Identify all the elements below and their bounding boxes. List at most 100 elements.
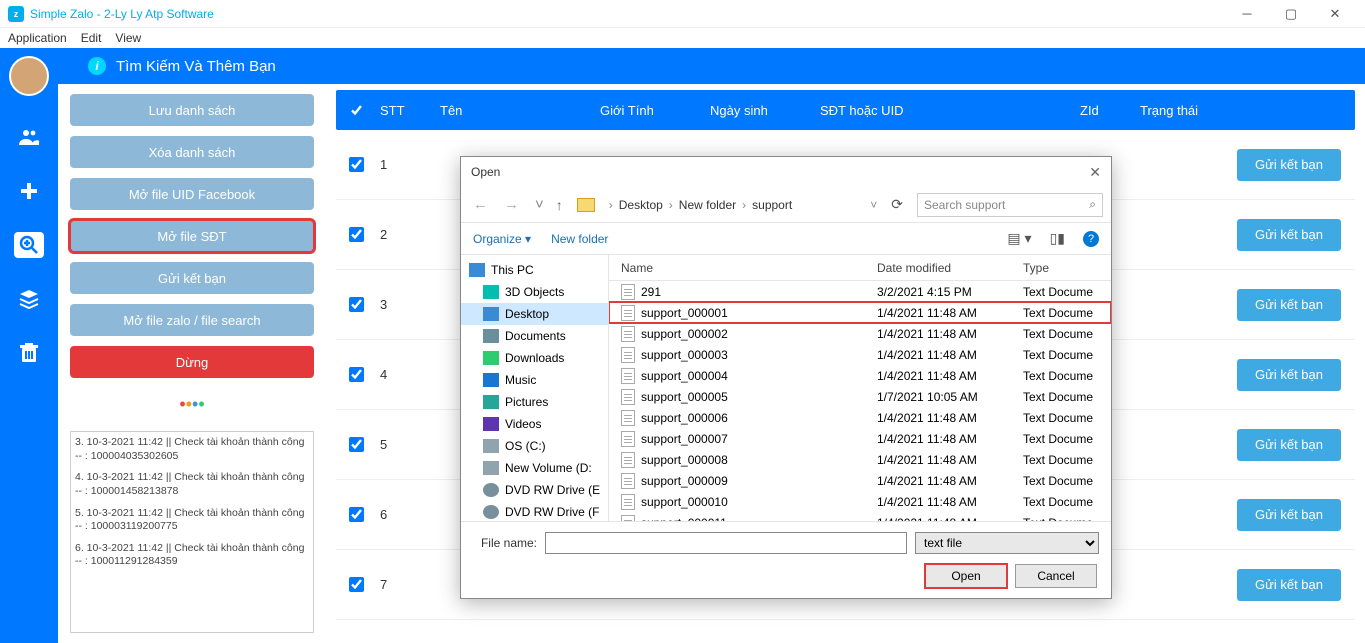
open-button[interactable]: Open — [925, 564, 1007, 588]
file-row[interactable]: support_000008 1/4/2021 11:48 AM Text Do… — [609, 449, 1111, 470]
row-send-button[interactable]: Gửi kết bạn — [1237, 289, 1341, 321]
row-send-button[interactable]: Gửi kết bạn — [1237, 219, 1341, 251]
tree-item[interactable]: Pictures — [461, 391, 608, 413]
tree-item[interactable]: DVD RW Drive (E — [461, 479, 608, 501]
users-icon[interactable] — [14, 124, 44, 150]
up-icon[interactable]: ↑ — [556, 197, 563, 213]
file-row[interactable]: support_000004 1/4/2021 11:48 AM Text Do… — [609, 365, 1111, 386]
row-send-button[interactable]: Gửi kết bạn — [1237, 429, 1341, 461]
file-row[interactable]: support_000001 1/4/2021 11:48 AM Text Do… — [609, 302, 1111, 323]
crumb-desktop[interactable]: Desktop — [619, 198, 663, 212]
close-button[interactable]: ✕ — [1313, 0, 1357, 28]
menu-view[interactable]: View — [115, 31, 141, 45]
cancel-button[interactable]: Cancel — [1015, 564, 1097, 588]
open-zalo-button[interactable]: Mở file zalo / file search — [70, 304, 314, 336]
filename-input[interactable] — [545, 532, 907, 554]
select-all-checkbox[interactable] — [349, 103, 364, 118]
spinner-icon: •••• — [179, 394, 204, 415]
folder-icon — [483, 285, 499, 299]
log-panel[interactable]: 3. 10-3-2021 11:42 || Check tài khoản th… — [70, 431, 314, 633]
row-checkbox[interactable] — [349, 157, 364, 172]
trash-icon[interactable] — [14, 340, 44, 366]
avatar[interactable] — [9, 56, 49, 96]
menu-application[interactable]: Application — [8, 31, 67, 45]
tree-label: DVD RW Drive (E — [505, 483, 600, 497]
tree-label: Videos — [505, 417, 541, 431]
col-zid: ZId — [1076, 103, 1136, 118]
save-list-button[interactable]: Lưu danh sách — [70, 94, 314, 126]
tree-item[interactable]: Documents — [461, 325, 608, 347]
search-placeholder: Search support — [924, 198, 1005, 212]
row-checkbox[interactable] — [349, 227, 364, 242]
file-row[interactable]: support_000005 1/7/2021 10:05 AM Text Do… — [609, 386, 1111, 407]
new-folder-button[interactable]: New folder — [551, 232, 608, 246]
view-mode-icon[interactable]: ▤ ▾ — [1007, 230, 1031, 247]
forward-icon[interactable]: → — [500, 196, 523, 213]
organize-menu[interactable]: Organize ▾ — [473, 232, 531, 246]
file-row[interactable]: support_000007 1/4/2021 11:48 AM Text Do… — [609, 428, 1111, 449]
send-friend-button[interactable]: Gửi kết bạn — [70, 262, 314, 294]
table-header: STT Tên Giới Tính Ngày sinh SĐT hoặc UID… — [336, 90, 1355, 130]
tree-item[interactable]: This PC — [461, 259, 608, 281]
file-date: 1/4/2021 11:48 AM — [877, 474, 1023, 488]
back-icon[interactable]: ← — [469, 196, 492, 213]
search-input[interactable]: Search support ⌕ — [917, 193, 1103, 217]
file-list[interactable]: 291 3/2/2021 4:15 PM Text Documesupport_… — [609, 281, 1111, 521]
dropdown-history-icon[interactable]: ˅ — [531, 196, 548, 213]
file-type: Text Docume — [1023, 306, 1111, 320]
tree-item[interactable]: OS (C:) — [461, 435, 608, 457]
row-send-button[interactable]: Gửi kết bạn — [1237, 569, 1341, 601]
tree-item[interactable]: Videos — [461, 413, 608, 435]
crumb-newfolder[interactable]: New folder — [679, 198, 736, 212]
tree-label: OS (C:) — [505, 439, 546, 453]
file-type: Text Docume — [1023, 327, 1111, 341]
filetype-select[interactable]: text file — [915, 532, 1099, 554]
preview-pane-icon[interactable]: ▯▮ — [1050, 230, 1065, 247]
stop-button[interactable]: Dừng — [70, 346, 314, 378]
breadcrumb[interactable]: ›Desktop ›New folder ›support ˅ — [609, 198, 878, 212]
row-send-button[interactable]: Gửi kết bạn — [1237, 359, 1341, 391]
tree-label: Pictures — [505, 395, 548, 409]
tree-item[interactable]: DVD RW Drive (F — [461, 501, 608, 521]
file-row[interactable]: 291 3/2/2021 4:15 PM Text Docume — [609, 281, 1111, 302]
layers-icon[interactable] — [14, 286, 44, 312]
tree-item[interactable]: New Volume (D: — [461, 457, 608, 479]
file-row[interactable]: support_000003 1/4/2021 11:48 AM Text Do… — [609, 344, 1111, 365]
file-row[interactable]: support_000006 1/4/2021 11:48 AM Text Do… — [609, 407, 1111, 428]
row-checkbox[interactable] — [349, 367, 364, 382]
row-send-button[interactable]: Gửi kết bạn — [1237, 499, 1341, 531]
folder-tree[interactable]: This PC3D ObjectsDesktopDocumentsDownloa… — [461, 255, 609, 521]
tree-item[interactable]: Desktop — [461, 303, 608, 325]
crumb-support[interactable]: support — [752, 198, 792, 212]
file-row[interactable]: support_000009 1/4/2021 11:48 AM Text Do… — [609, 470, 1111, 491]
maximize-button[interactable]: ▢ — [1269, 0, 1313, 28]
file-row[interactable]: support_000002 1/4/2021 11:48 AM Text Do… — [609, 323, 1111, 344]
search-zoom-icon[interactable] — [14, 232, 44, 258]
col-type[interactable]: Type — [1023, 261, 1111, 275]
row-send-button[interactable]: Gửi kết bạn — [1237, 149, 1341, 181]
file-row[interactable]: support_000011 1/4/2021 11:48 AM Text Do… — [609, 512, 1111, 521]
dialog-close-button[interactable]: ✕ — [1089, 164, 1101, 181]
help-icon[interactable]: ? — [1083, 231, 1099, 247]
row-checkbox[interactable] — [349, 297, 364, 312]
row-checkbox[interactable] — [349, 577, 364, 592]
open-sdt-button[interactable]: Mở file SĐT — [70, 220, 314, 252]
refresh-icon[interactable]: ⟳ — [885, 196, 909, 213]
tree-item[interactable]: Music — [461, 369, 608, 391]
tree-item[interactable]: Downloads — [461, 347, 608, 369]
minimize-button[interactable]: ─ — [1225, 0, 1269, 28]
row-checkbox[interactable] — [349, 507, 364, 522]
open-uid-button[interactable]: Mở file UID Facebook — [70, 178, 314, 210]
menu-edit[interactable]: Edit — [81, 31, 102, 45]
plus-icon[interactable] — [14, 178, 44, 204]
row-checkbox[interactable] — [349, 437, 364, 452]
clear-list-button[interactable]: Xóa danh sách — [70, 136, 314, 168]
page-header: i Tìm Kiếm Và Thêm Bạn — [0, 48, 1365, 84]
filename-label: File name: — [473, 536, 537, 550]
tree-item[interactable]: 3D Objects — [461, 281, 608, 303]
search-icon: ⌕ — [1089, 197, 1096, 212]
col-date[interactable]: Date modified — [877, 261, 1023, 275]
col-name[interactable]: Name — [621, 261, 877, 275]
file-row[interactable]: support_000010 1/4/2021 11:48 AM Text Do… — [609, 491, 1111, 512]
chevron-down-icon[interactable]: ˅ — [870, 198, 877, 212]
